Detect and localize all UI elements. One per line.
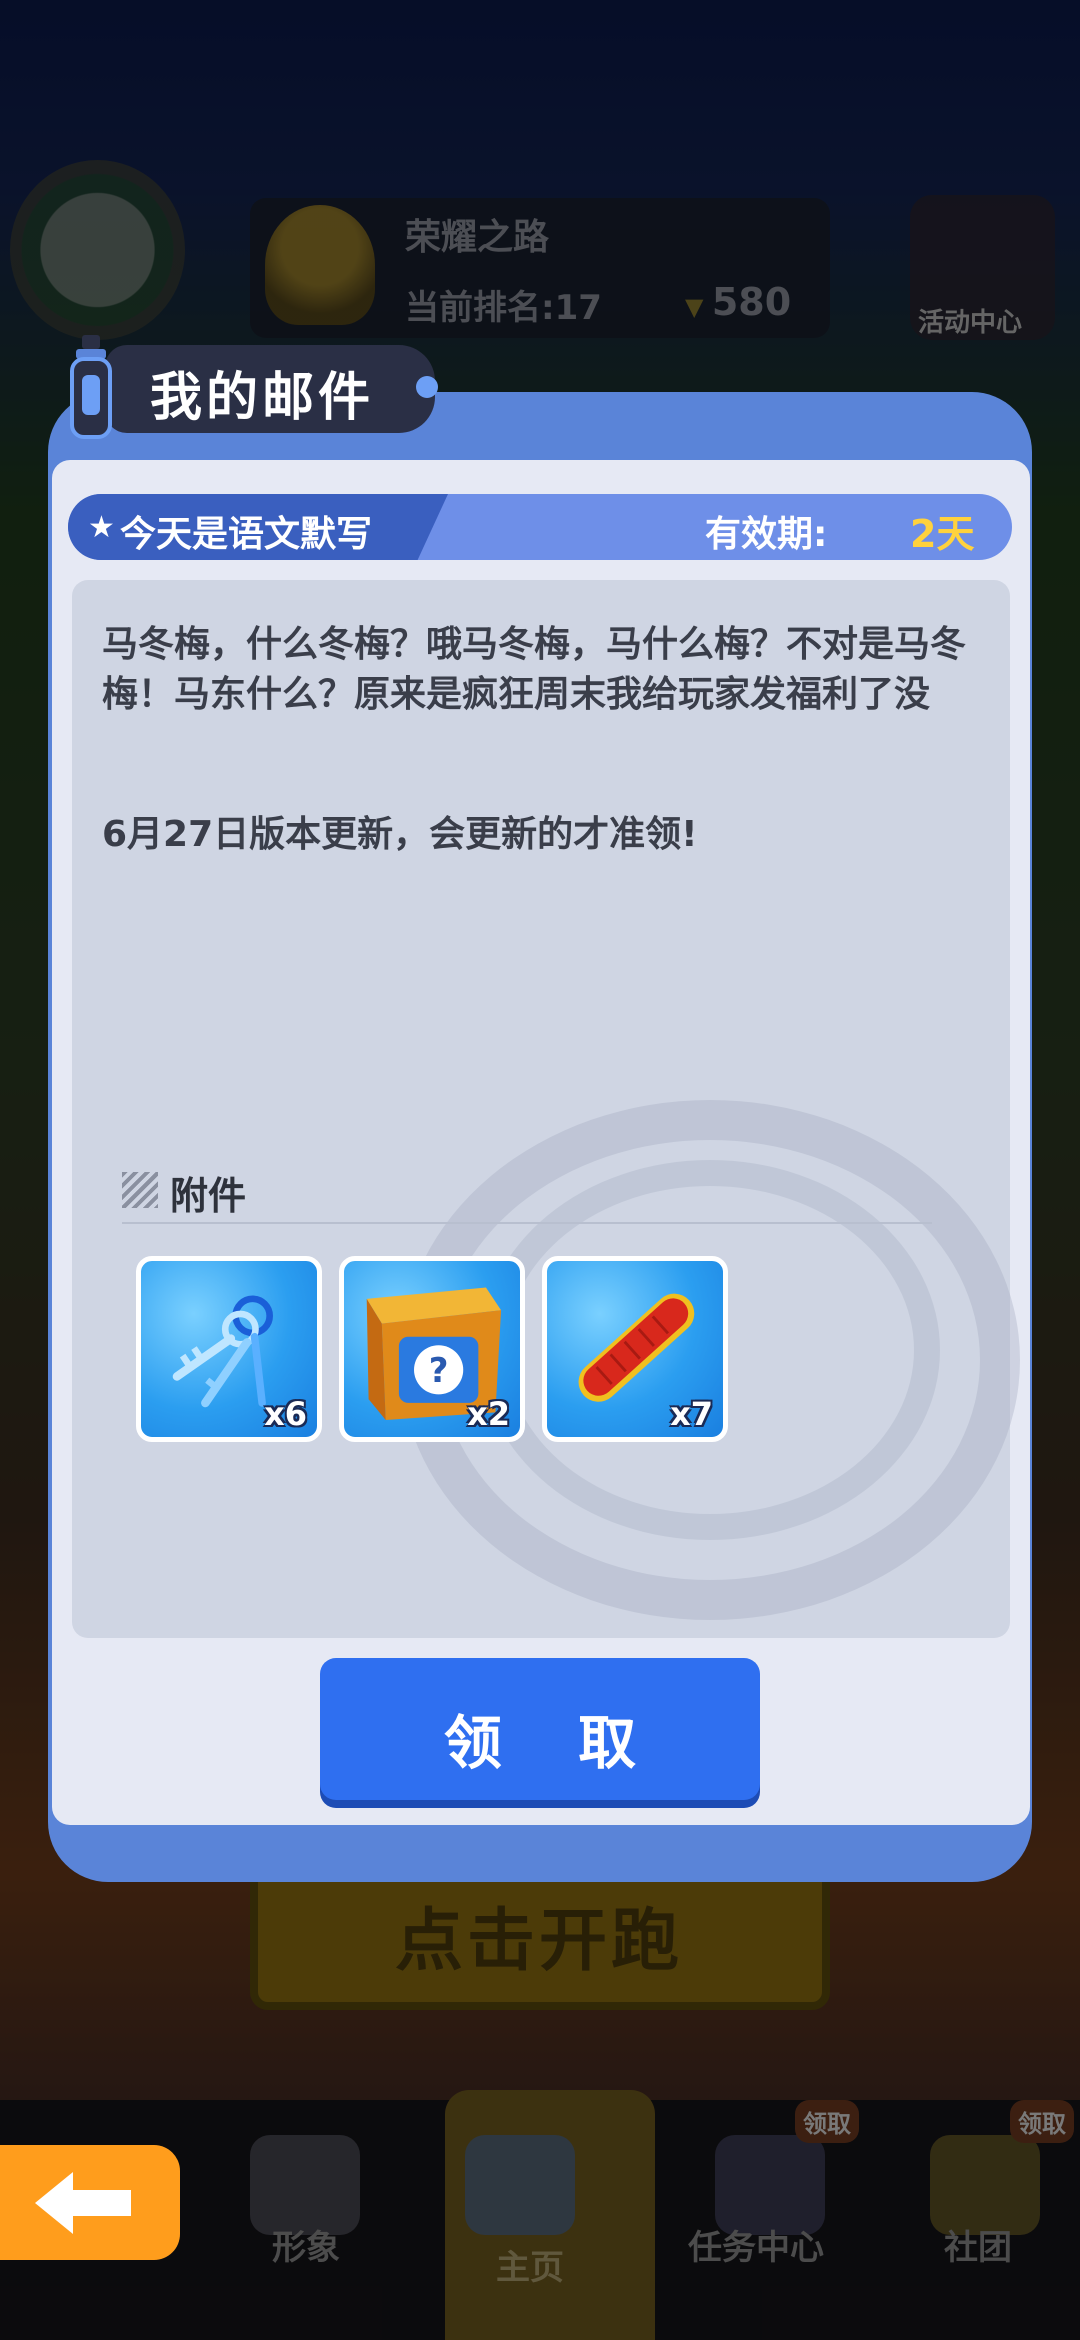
attachment-item-hoverboard[interactable]: x7 xyxy=(542,1256,728,1442)
title-dot-decoration xyxy=(416,376,438,398)
claim-button[interactable]: 领 取 xyxy=(320,1658,760,1800)
attachments-divider xyxy=(122,1222,932,1224)
attachment-icon xyxy=(122,1172,158,1208)
attachment-count: x2 xyxy=(467,1395,510,1433)
mail-body-text: 马冬梅，什么冬梅？哦马冬梅，马什么梅？不对是马冬梅！马东什么？原来是疯狂周末我给… xyxy=(102,624,967,715)
expiry-label: 有效期: xyxy=(705,514,828,555)
back-arrow-icon xyxy=(35,2172,131,2234)
mail-body-update-note: 6月27日版本更新，会更新的才准领! xyxy=(102,814,698,855)
mail-subject: 今天是语文默写 xyxy=(120,514,373,555)
claim-button-label: 领 取 xyxy=(443,1709,665,1777)
svg-text:?: ? xyxy=(429,1351,449,1391)
spray-can-icon xyxy=(70,335,112,439)
dialog-title: 我的邮件 xyxy=(150,368,375,428)
attachment-item-keys[interactable]: x6 xyxy=(136,1256,322,1442)
attachment-count: x7 xyxy=(670,1395,713,1433)
attachments-label: 附件 xyxy=(170,1174,247,1218)
star-icon: ★ xyxy=(88,510,115,545)
expiry-value: 2天 xyxy=(910,512,975,556)
attachment-count: x6 xyxy=(264,1395,307,1433)
attachment-item-mystery-box[interactable]: ? x2 xyxy=(339,1256,525,1442)
